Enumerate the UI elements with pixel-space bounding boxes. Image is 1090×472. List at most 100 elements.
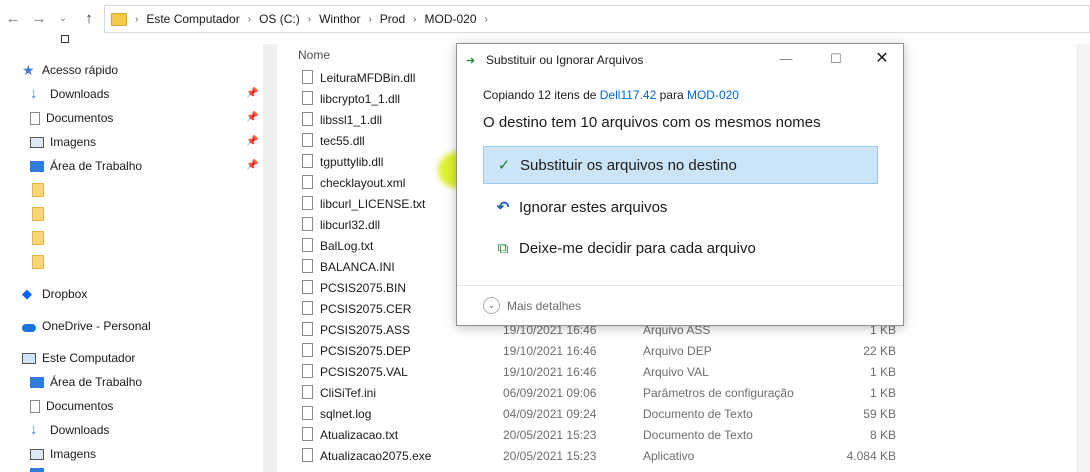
file-name: libcrypto1_1.dll xyxy=(320,92,401,106)
pane-toggle-icon[interactable] xyxy=(61,35,69,43)
file-size: 22 KB xyxy=(863,344,896,358)
file-row[interactable]: CliSiTef.ini 06/09/2021 09:06 Parâmetros d… xyxy=(302,383,902,403)
file-name: Atualizacao2075.exe xyxy=(320,449,432,463)
breadcrumb-winthor[interactable]: Winthor xyxy=(319,12,360,26)
file-name: libssl1_1.dll xyxy=(320,113,383,127)
folder-icon xyxy=(111,12,127,26)
sidebar-item-area-de-trabalho[interactable]: Área de Trabalho xyxy=(30,156,142,176)
file-icon xyxy=(302,385,313,399)
minimize-icon[interactable]: — xyxy=(771,48,801,70)
decide-each-file-option[interactable]: ⧉ Deixe-me decidir para cada arquivo xyxy=(483,229,878,267)
maximize-icon[interactable]: ☐ xyxy=(821,48,851,70)
sidebar-item-pc-imagens[interactable]: Imagens xyxy=(30,444,96,464)
close-icon[interactable]: ✕ xyxy=(867,48,897,70)
address-bar[interactable]: › Este Computador › OS (C:) › Winthor › … xyxy=(104,5,1090,33)
pin-icon[interactable]: 📌 xyxy=(246,88,258,99)
dropbox-icon: ◆ xyxy=(22,286,32,301)
file-row[interactable]: PCSIS2075.VAL 19/10/2021 16:46 Arquivo VAL… xyxy=(302,362,902,382)
source-link[interactable]: Dell117.42 xyxy=(600,88,656,102)
destination-link[interactable]: MOD-020 xyxy=(687,88,739,102)
chevron-right-icon[interactable]: › xyxy=(485,14,488,25)
folder-icon[interactable] xyxy=(32,231,44,245)
computer-icon xyxy=(22,352,36,364)
file-name: BalLog.txt xyxy=(320,239,374,253)
file-row[interactable]: sqlnet.log 04/09/2021 09:24 Documento de T… xyxy=(302,404,902,424)
para-text: para xyxy=(659,88,684,102)
column-header-name[interactable]: Nome xyxy=(298,48,330,62)
replace-files-option[interactable]: ✓ Substituir os arquivos no destino xyxy=(483,146,878,184)
pin-icon[interactable]: 📌 xyxy=(246,112,258,123)
file-name: tec55.dll xyxy=(320,134,365,148)
sidebar-item-pc-area-de-trabalho[interactable]: Área de Trabalho xyxy=(30,372,142,392)
breadcrumb-mod-020[interactable]: MOD-020 xyxy=(424,12,476,26)
compare-files-icon: ⧉ xyxy=(497,239,509,257)
more-details-label: Mais detalhes xyxy=(507,298,582,313)
replace-or-skip-dialog: ➜ Substituir ou Ignorar Arquivos — ☐ ✕ C… xyxy=(456,43,904,326)
star-icon: ★ xyxy=(22,62,35,78)
file-name: libcurl_LICENSE.txt xyxy=(320,197,426,211)
file-name: tgputtylib.dll xyxy=(320,155,384,169)
file-row[interactable]: Atualizacao.txt 20/05/2021 15:23 Documento… xyxy=(302,425,902,445)
file-name: PCSIS2075.ASS xyxy=(320,323,411,337)
dialog-title: Substituir ou Ignorar Arquivos xyxy=(486,53,644,67)
sidebar-item-este-computador[interactable]: Este Computador xyxy=(22,348,135,368)
breadcrumb-este-computador[interactable]: Este Computador xyxy=(146,12,239,26)
file-date: 20/05/2021 15:23 xyxy=(503,449,597,463)
pin-icon[interactable]: 📌 xyxy=(246,136,258,147)
folder-icon[interactable] xyxy=(32,255,44,269)
file-icon xyxy=(302,154,313,168)
sidebar-item-pc-downloads[interactable]: ↓ Downloads xyxy=(30,420,109,440)
file-row[interactable]: PCSIS2075.DEP 19/10/2021 16:46 Arquivo DEP… xyxy=(302,341,902,361)
file-name: sqlnet.log xyxy=(320,407,372,421)
sidebar-item-pc-documentos[interactable]: Documentos xyxy=(30,396,113,416)
copy-icon: ➜ xyxy=(466,55,476,67)
folder-icon[interactable] xyxy=(32,207,44,221)
document-icon xyxy=(30,111,40,125)
sidebar-item-quick-access[interactable]: ★ Acesso rápido xyxy=(22,60,118,80)
chevron-right-icon[interactable]: › xyxy=(413,14,416,25)
file-icon xyxy=(302,70,313,84)
breadcrumb-os-c[interactable]: OS (C:) xyxy=(259,12,300,26)
more-details-button[interactable]: ⌄ Mais detalhes xyxy=(483,297,581,314)
file-list-scrollbar[interactable] xyxy=(1076,44,1090,472)
chevron-right-icon[interactable]: › xyxy=(248,14,251,25)
folder-icon[interactable] xyxy=(32,183,44,197)
sidebar-item-label: Downloads xyxy=(50,423,110,437)
sidebar-item-documentos[interactable]: Documentos xyxy=(30,108,113,128)
download-arrow-icon: ↓ xyxy=(30,85,38,102)
up-arrow-icon[interactable]: ↑ xyxy=(80,8,98,30)
recent-chevron-icon[interactable]: ⌄ xyxy=(54,8,72,30)
forward-arrow-icon[interactable]: → xyxy=(30,8,48,30)
sidebar-item-label: Dropbox xyxy=(42,287,88,301)
sidebar-item-dropbox[interactable]: ◆ Dropbox xyxy=(22,284,87,304)
file-size: 4.084 KB xyxy=(846,449,896,463)
file-type: Documento de Texto xyxy=(643,428,753,442)
document-icon xyxy=(30,399,40,413)
back-arrow-icon[interactable]: ← xyxy=(4,8,22,30)
option-label: Deixe-me decidir para cada arquivo xyxy=(519,239,756,257)
file-icon xyxy=(302,112,313,126)
file-name: PCSIS2075.VAL xyxy=(320,365,408,379)
sidebar-scrollbar[interactable] xyxy=(263,44,277,472)
sidebar-item-onedrive[interactable]: OneDrive - Personal xyxy=(22,316,151,336)
sidebar-item-label: Imagens xyxy=(50,135,97,149)
skip-files-option[interactable]: ↶ Ignorar estes arquivos xyxy=(483,188,878,226)
file-name: PCSIS2075.DEP xyxy=(320,344,411,358)
file-type: Arquivo VAL xyxy=(643,365,709,379)
chevron-right-icon[interactable]: › xyxy=(368,14,371,25)
pin-icon[interactable]: 📌 xyxy=(246,160,258,171)
sidebar-item-label: Downloads xyxy=(50,87,110,101)
file-icon xyxy=(302,133,313,147)
file-icon xyxy=(302,301,313,315)
file-date: 06/09/2021 09:06 xyxy=(503,386,597,400)
music-icon[interactable] xyxy=(30,468,44,472)
file-row[interactable]: Atualizacao2075.exe 20/05/2021 15:23 Aplic… xyxy=(302,446,902,466)
sidebar-item-imagens[interactable]: Imagens xyxy=(30,132,96,152)
breadcrumb-prod[interactable]: Prod xyxy=(380,12,405,26)
file-name: checklayout.xml xyxy=(320,176,406,190)
sidebar-item-downloads[interactable]: ↓ Downloads xyxy=(30,84,109,104)
chevron-right-icon[interactable]: › xyxy=(308,14,311,25)
file-name: Atualizacao.txt xyxy=(320,428,399,442)
file-icon xyxy=(302,280,313,294)
file-name: BALANCA.INI xyxy=(320,260,395,274)
